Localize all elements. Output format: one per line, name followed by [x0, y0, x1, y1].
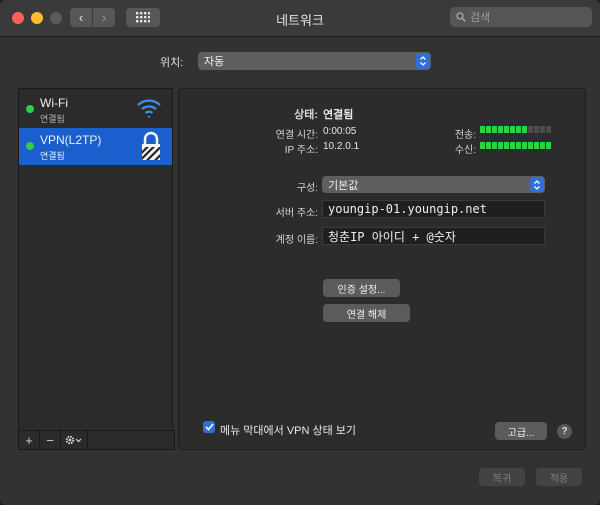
checkmark-icon: [204, 423, 214, 431]
plus-icon: +: [25, 432, 33, 448]
receive-meter-segment: [498, 142, 503, 149]
receive-meter-segment: [510, 142, 515, 149]
authentication-settings-button[interactable]: 인증 설정...: [323, 279, 400, 297]
server-address-field[interactable]: youngip-01.youngip.net: [322, 200, 545, 218]
receive-meter-segment: [480, 142, 485, 149]
send-meter: [480, 126, 551, 133]
service-name: Wi-Fi: [40, 96, 68, 110]
configuration-label: 구성:: [296, 183, 318, 194]
advanced-label: 고급...: [507, 427, 535, 439]
search-field[interactable]: 검색: [450, 7, 592, 27]
chevron-updown-icon: [530, 177, 544, 192]
title-bar: ‹ › 네트워크 검색: [0, 0, 600, 37]
lock-icon: [142, 131, 160, 160]
location-label: 위치:: [160, 57, 184, 69]
search-placeholder: 검색: [470, 12, 491, 24]
location-popup[interactable]: 자동: [198, 52, 431, 70]
send-meter-segment: [486, 126, 491, 133]
status-dot: [26, 142, 34, 150]
apply-label: 적용: [549, 473, 569, 485]
service-status: 연결됨: [40, 151, 65, 161]
help-button[interactable]: ?: [557, 424, 572, 439]
receive-meter: [480, 142, 551, 149]
search-icon: [456, 12, 466, 22]
send-meter-segment: [516, 126, 521, 133]
status-label: 상태:: [294, 109, 318, 121]
send-meter-segment: [510, 126, 515, 133]
account-name-label: 계정 이름:: [275, 235, 318, 246]
receive-meter-segment: [504, 142, 509, 149]
receive-meter-segment: [540, 142, 545, 149]
receive-meter-segment: [522, 142, 527, 149]
service-list-toolbar: + −: [18, 430, 175, 450]
configuration-popup[interactable]: 기본값: [322, 176, 545, 193]
service-name: VPN(L2TP): [40, 133, 102, 147]
account-name-value: 청춘IP 아이디 + @숫자: [328, 229, 456, 244]
send-meter-segment: [540, 126, 545, 133]
gear-icon: [65, 435, 82, 445]
account-name-field[interactable]: 청춘IP 아이디 + @숫자: [322, 227, 545, 245]
send-meter-segment: [534, 126, 539, 133]
receive-meter-segment: [528, 142, 533, 149]
revert-label: 복귀: [492, 473, 512, 485]
ip-address-value: 10.2.0.1: [323, 141, 360, 152]
send-label: 전송:: [454, 130, 476, 141]
receive-meter-segment: [492, 142, 497, 149]
service-item-wifi[interactable]: Wi-Fi 연결됨: [19, 91, 172, 128]
status-dot: [26, 105, 34, 113]
remove-service-button[interactable]: −: [40, 431, 61, 449]
connect-time-value: 0:00:05: [323, 126, 357, 137]
receive-meter-segment: [546, 142, 551, 149]
question-icon: ?: [561, 426, 568, 437]
send-meter-segment: [546, 126, 551, 133]
add-service-button[interactable]: +: [19, 431, 40, 449]
receive-meter-segment: [486, 142, 491, 149]
send-meter-segment: [522, 126, 527, 133]
apply-button[interactable]: 적용: [536, 468, 582, 486]
disconnect-label: 연결 해제: [346, 309, 387, 321]
service-list: Wi-Fi 연결됨 VPN(L2TP) 연결됨: [18, 88, 173, 432]
disconnect-button[interactable]: 연결 해제: [323, 304, 410, 322]
status-value: 연결됨: [323, 109, 354, 121]
receive-meter-segment: [534, 142, 539, 149]
send-meter-segment: [492, 126, 497, 133]
network-preferences-window: ‹ › 네트워크 검색 위치: 자동 Wi-Fi 연결됨 VPN(L2TP) 연…: [0, 0, 600, 505]
send-meter-segment: [498, 126, 503, 133]
wifi-icon: [137, 99, 161, 118]
send-meter-segment: [528, 126, 533, 133]
ip-address-label: IP 주소:: [284, 145, 318, 156]
action-menu-button[interactable]: [61, 431, 88, 449]
service-status: 연결됨: [40, 114, 65, 124]
revert-button[interactable]: 복귀: [479, 468, 525, 486]
show-vpn-status-label[interactable]: 메뉴 막대에서 VPN 상태 보기: [220, 422, 356, 438]
configuration-value: 기본값: [328, 179, 359, 192]
location-value: 자동: [204, 56, 225, 68]
server-address-value: youngip-01.youngip.net: [328, 202, 487, 216]
send-meter-segment: [504, 126, 509, 133]
chevron-updown-icon: [416, 53, 430, 69]
send-meter-segment: [480, 126, 485, 133]
server-address-label: 서버 주소:: [275, 208, 318, 219]
receive-meter-segment: [516, 142, 521, 149]
authentication-settings-label: 인증 설정...: [337, 284, 386, 296]
show-vpn-status-checkbox[interactable]: [203, 421, 215, 433]
minus-icon: −: [46, 432, 54, 448]
service-item-vpn[interactable]: VPN(L2TP) 연결됨: [19, 128, 172, 165]
connect-time-label: 연결 시간:: [275, 130, 318, 141]
receive-label: 수신:: [454, 145, 476, 156]
advanced-button[interactable]: 고급...: [495, 422, 547, 440]
